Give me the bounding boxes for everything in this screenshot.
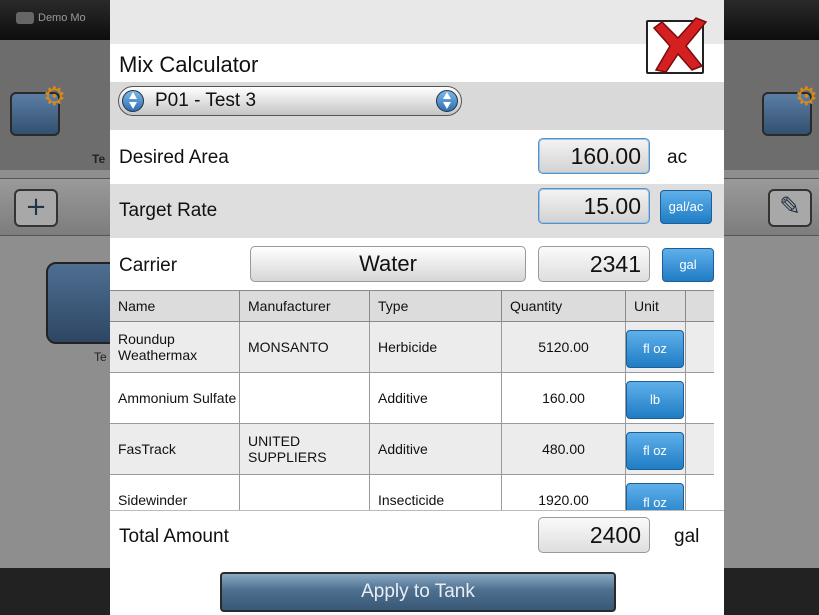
product-type: Additive (370, 424, 502, 474)
spinner-arrows-icon-left[interactable] (122, 90, 144, 112)
carrier-unit-button[interactable]: gal (662, 248, 714, 282)
total-amount-value: 2400 (538, 517, 650, 553)
table-row[interactable]: Roundup Weathermax MONSANTO Herbicide 51… (110, 322, 714, 373)
product-name: FasTrack (110, 424, 240, 474)
product-quantity: 5120.00 (502, 322, 626, 372)
profile-value: P01 - Test 3 (155, 90, 257, 111)
product-unit-button[interactable]: fl oz (626, 483, 684, 510)
profile-row: P01 - Test 3 (110, 82, 724, 130)
edit-icon: ✎ (768, 189, 812, 227)
product-name: Ammonium Sulfate (110, 373, 240, 423)
total-amount-label: Total Amount (119, 526, 229, 547)
mix-calculator-dialog: Mix Calculator P01 - Test 3 Desired Area… (110, 0, 724, 615)
tractor-icon (16, 12, 34, 25)
desired-area-unit: ac (667, 147, 688, 168)
carrier-row: Carrier Water 2341 gal (110, 240, 724, 290)
product-type: Herbicide (370, 322, 502, 372)
product-unit-button[interactable]: fl oz (626, 432, 684, 470)
product-type: Insecticide (370, 475, 502, 510)
product-unit-button[interactable]: fl oz (626, 330, 684, 368)
column-header-name: Name (110, 291, 240, 322)
background-te-label: Te (92, 152, 106, 166)
column-header-quantity: Quantity (502, 291, 626, 322)
total-amount-unit: gal (674, 526, 700, 547)
product-quantity: 480.00 (502, 424, 626, 474)
close-button[interactable] (646, 17, 708, 74)
product-unit-button[interactable]: lb (626, 381, 684, 419)
product-manufacturer (240, 475, 370, 510)
settings-gear-icon (10, 82, 66, 136)
table-row[interactable]: Ammonium Sulfate Additive 160.00 lb (110, 373, 714, 424)
carrier-select-button[interactable]: Water (250, 246, 526, 282)
product-type: Additive (370, 373, 502, 423)
profile-selector[interactable]: P01 - Test 3 (118, 86, 462, 116)
column-header-type: Type (370, 291, 502, 322)
column-header-manufacturer: Manufacturer (240, 291, 370, 322)
product-quantity: 1920.00 (502, 475, 626, 510)
carrier-label: Carrier (119, 255, 178, 276)
table-row[interactable]: FasTrack UNITED SUPPLIERS Additive 480.0… (110, 424, 714, 475)
product-manufacturer: MONSANTO (240, 322, 370, 372)
close-icon (652, 17, 708, 73)
desired-area-input[interactable]: 160.00 (538, 138, 650, 174)
product-manufacturer: UNITED SUPPLIERS (240, 424, 370, 474)
spinner-arrows-icon-right[interactable] (436, 90, 458, 112)
dialog-title: Mix Calculator (119, 52, 259, 77)
desired-area-label: Desired Area (119, 147, 229, 168)
carrier-amount-input[interactable]: 2341 (538, 246, 650, 282)
table-row[interactable]: Sidewinder Insecticide 1920.00 fl oz (110, 475, 714, 510)
desired-area-row: Desired Area 160.00 ac (110, 130, 724, 184)
product-name: Roundup Weathermax (110, 322, 240, 372)
product-name: Sidewinder (110, 475, 240, 510)
table-header: Name Manufacturer Type Quantity Unit (110, 290, 714, 322)
target-rate-row: Target Rate 15.00 gal/ac (110, 184, 724, 240)
total-amount-row: Total Amount 2400 gal (110, 510, 724, 563)
target-rate-label: Target Rate (119, 200, 218, 221)
background-te-label-2: Te (94, 350, 107, 364)
add-icon: + (14, 189, 58, 227)
target-rate-input[interactable]: 15.00 (538, 188, 650, 224)
product-manufacturer (240, 373, 370, 423)
column-header-unit: Unit (626, 291, 686, 322)
settings-gear-icon-right (762, 82, 818, 136)
dialog-top-strip (110, 0, 724, 44)
title-row: Mix Calculator (110, 44, 724, 82)
product-quantity: 160.00 (502, 373, 626, 423)
target-rate-unit-button[interactable]: gal/ac (660, 190, 712, 224)
apply-to-tank-button[interactable]: Apply to Tank (220, 572, 616, 612)
demo-mode-indicator: Demo Mo (16, 12, 86, 25)
apply-row: Apply to Tank (110, 562, 724, 615)
demo-mode-label: Demo Mo (38, 12, 86, 24)
